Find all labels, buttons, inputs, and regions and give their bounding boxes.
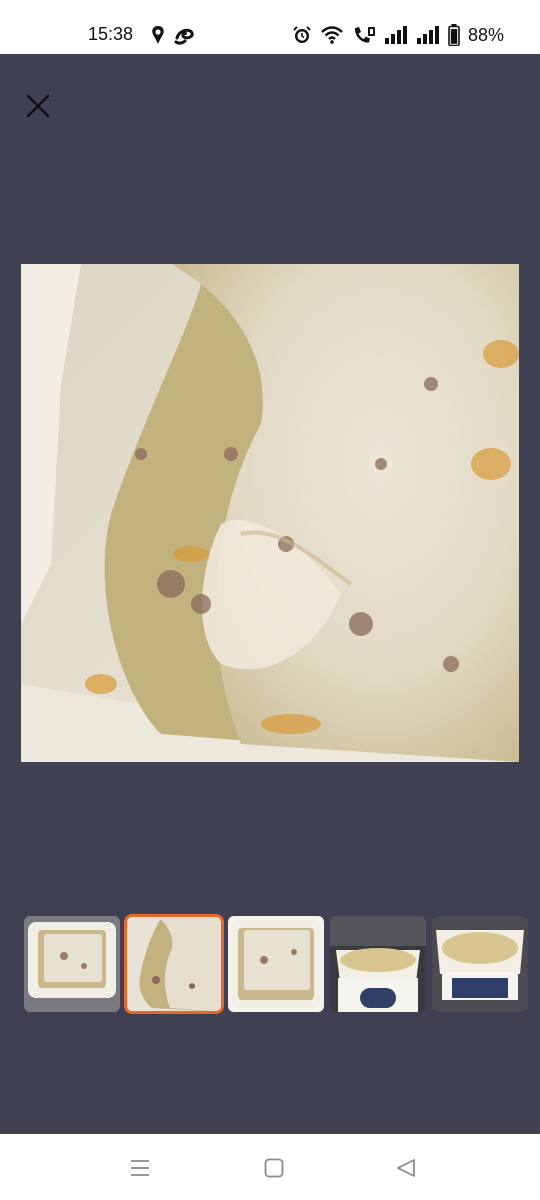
- home-icon[interactable]: [262, 1156, 286, 1180]
- status-bar: 15:38 88%: [0, 0, 540, 54]
- alarm-icon: [293, 26, 311, 43]
- thumbnail-5[interactable]: [432, 916, 528, 1012]
- thumbnail-image: [432, 916, 528, 1012]
- back-icon[interactable]: [394, 1156, 418, 1180]
- main-photo[interactable]: [21, 264, 519, 762]
- thumbnail-image: [126, 916, 222, 1012]
- thumbnail-strip: [24, 914, 528, 1014]
- system-status-icons: 88%: [292, 24, 504, 46]
- notification-icons: [150, 25, 196, 45]
- wifi-icon: [321, 26, 343, 44]
- thumbnail-image: [24, 916, 120, 1012]
- battery-percent: 88%: [467, 24, 504, 45]
- photo-viewer: [0, 54, 540, 1134]
- battery-icon: [448, 24, 460, 46]
- food-photo-image: [21, 264, 519, 762]
- swirl-app-icon: [174, 28, 194, 45]
- navigation-bar: [0, 1134, 540, 1200]
- thumbnail-2-selected[interactable]: [124, 914, 224, 1014]
- thumbnail-1[interactable]: [24, 916, 120, 1012]
- thumbnail-image: [330, 916, 426, 1012]
- status-time: 15:38: [88, 24, 134, 44]
- thumbnail-4[interactable]: [330, 916, 426, 1012]
- thumbnail-3[interactable]: [228, 916, 324, 1012]
- signal-icon: [384, 26, 407, 44]
- location-pin-icon: [152, 26, 164, 44]
- volte-call-icon: [354, 27, 375, 43]
- signal-icon: [416, 26, 439, 44]
- thumbnail-image: [228, 916, 324, 1012]
- close-icon[interactable]: [22, 90, 54, 122]
- menu-icon[interactable]: [128, 1156, 152, 1180]
